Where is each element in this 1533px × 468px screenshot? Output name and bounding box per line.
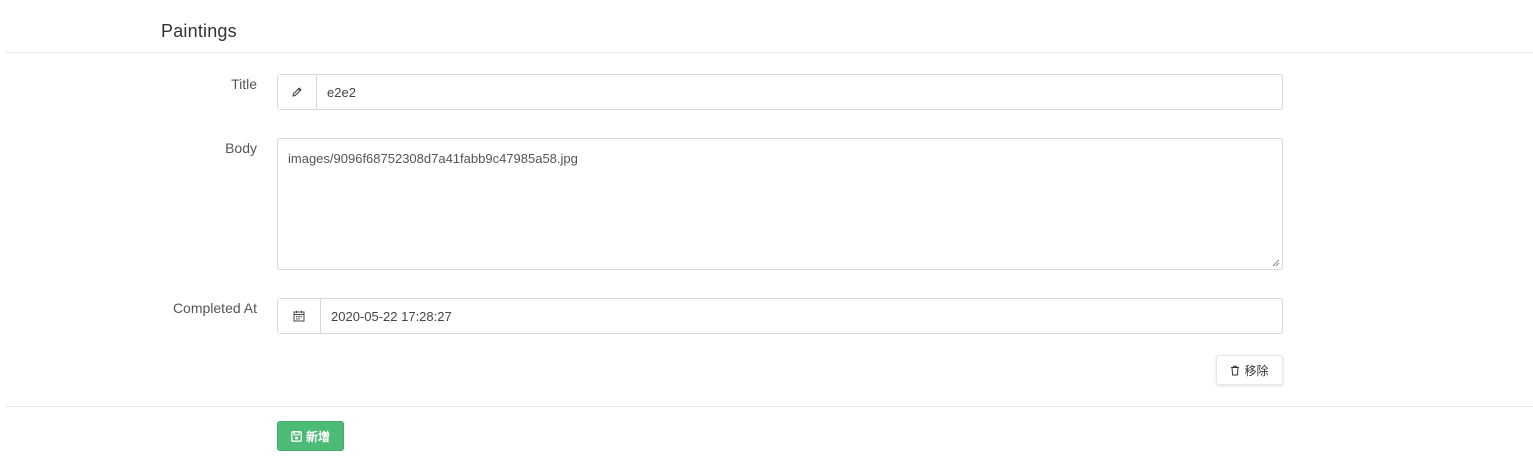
- body-textarea-value: images/9096f68752308d7a41fabb9c47985a58.…: [288, 151, 578, 166]
- resize-handle-icon[interactable]: [1272, 259, 1280, 267]
- calendar-icon: [278, 299, 321, 333]
- section-title: Paintings: [161, 21, 237, 41]
- completed-at-label: Completed At: [172, 300, 257, 316]
- trash-icon: [1231, 365, 1240, 375]
- title-input-group[interactable]: e2e2: [277, 74, 1283, 110]
- remove-button[interactable]: 移除: [1216, 355, 1283, 385]
- divider: [5, 52, 1533, 53]
- remove-button-label: 移除: [1244, 363, 1269, 378]
- save-icon: [291, 430, 302, 442]
- add-button-label: 新增: [305, 429, 330, 444]
- completed-at-input-group[interactable]: 2020-05-22 17:28:27: [277, 298, 1283, 334]
- title-label: Title: [231, 76, 257, 92]
- completed-at-input[interactable]: 2020-05-22 17:28:27: [321, 299, 1282, 333]
- body-label: Body: [225, 140, 257, 156]
- body-textarea[interactable]: images/9096f68752308d7a41fabb9c47985a58.…: [277, 138, 1283, 270]
- divider: [5, 406, 1533, 407]
- title-input[interactable]: e2e2: [317, 75, 1282, 109]
- add-button[interactable]: 新增: [277, 421, 344, 451]
- pencil-icon: [278, 75, 317, 109]
